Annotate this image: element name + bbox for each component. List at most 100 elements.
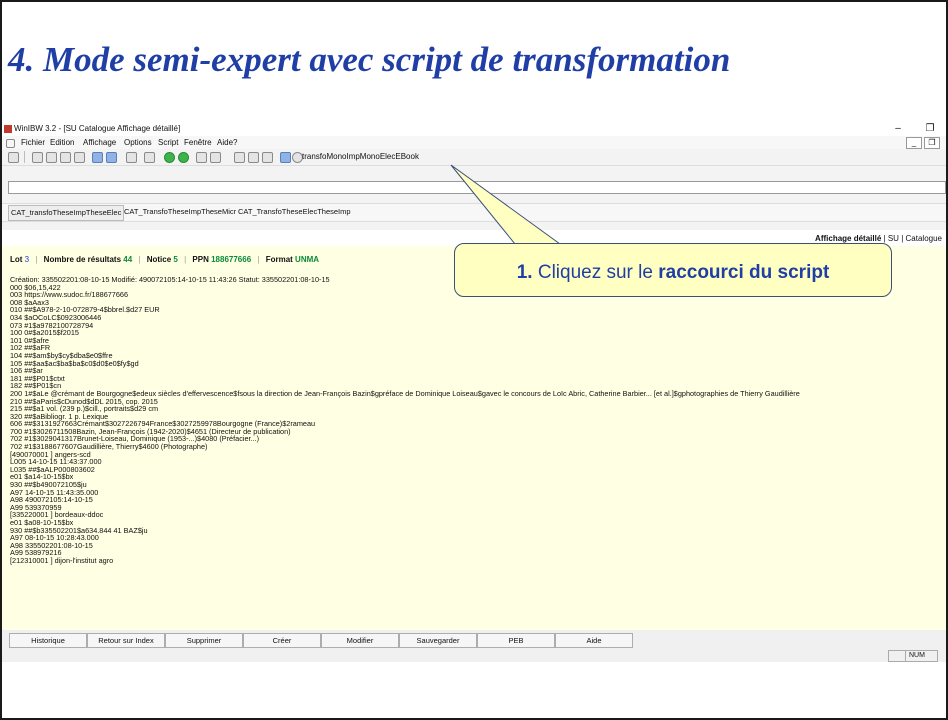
ppn-value: 188677666 xyxy=(211,255,252,264)
peb-button[interactable]: PEB xyxy=(477,633,555,648)
mdi-restore-button[interactable]: ❐ xyxy=(924,137,940,149)
menu-script[interactable]: Script xyxy=(158,138,178,147)
script-shortcut-label[interactable]: transfoMonoImpMonoElecEBook xyxy=(302,152,419,161)
modifier-button[interactable]: Modifier xyxy=(321,633,399,648)
record-line: L035 ##$aALP000803602 xyxy=(10,464,95,474)
window-icon[interactable] xyxy=(280,152,291,163)
action-button-bar: Historique Retour sur Index Supprimer Cr… xyxy=(2,630,946,649)
winibw-window: WinIBW 3.2 - [SU Catalogue Affichage dét… xyxy=(2,122,946,662)
cut-icon[interactable] xyxy=(32,152,43,163)
forward-icon[interactable] xyxy=(178,152,189,163)
window-title: WinIBW 3.2 - [SU Catalogue Affichage dét… xyxy=(14,124,181,133)
creer-button[interactable]: Créer xyxy=(243,633,321,648)
view-context: Affichage détaillé | SU | Catalogue xyxy=(815,234,942,243)
record-line: A97 14-10-15 11:43:35.000 xyxy=(10,487,99,497)
grid-icon[interactable] xyxy=(234,152,245,163)
callout-text-bold: raccourci du script xyxy=(658,262,830,283)
menu-bar: Fichier Edition Affichage Options Script… xyxy=(2,136,946,149)
menu-affichage[interactable]: Affichage xyxy=(83,138,116,147)
doc-icon xyxy=(6,139,15,148)
record-line: 102 ##$aFR xyxy=(10,343,51,353)
record-line: [212310001 ] dijon-l'institut agro xyxy=(10,555,114,565)
minimize-button[interactable]: – xyxy=(886,122,910,136)
view-db: SU xyxy=(887,234,899,243)
record-line: A99 539370959 xyxy=(10,502,62,512)
record-line: 106 ##$ar xyxy=(10,366,43,376)
record-line: A98 335502201:08-10-15 xyxy=(10,540,93,550)
script-button[interactable]: CAT_TransfoTheseElecTheseImp xyxy=(236,205,353,219)
toolbar-separator xyxy=(24,151,25,163)
maximize-button[interactable]: ❐ xyxy=(918,122,942,136)
toolbar: transfoMonoImpMonoElecEBook xyxy=(2,149,946,166)
record-line: [490070001 ] angers-scd xyxy=(10,449,91,459)
ppn-label: PPN xyxy=(192,255,209,264)
lot-label: Lot xyxy=(10,255,23,264)
slide: 4. Mode semi-expert avec script de trans… xyxy=(0,0,948,720)
record-line: 930 ##$b490072105$ju xyxy=(10,480,87,490)
script-button[interactable]: CAT_transfoTheseImpTheseElec xyxy=(8,205,125,221)
historique-button[interactable]: Historique xyxy=(9,633,87,648)
filter-icon[interactable] xyxy=(196,152,207,163)
window-titlebar: WinIBW 3.2 - [SU Catalogue Affichage dét… xyxy=(2,122,946,136)
record-text[interactable]: Création: 335502201:08-10-15 Modifié: 49… xyxy=(10,276,800,565)
redo-icon[interactable] xyxy=(106,152,117,163)
record-line: e01 $a14-10-15$bx xyxy=(10,472,74,482)
copy-icon[interactable] xyxy=(46,152,57,163)
record-line: 181 ##$P01$ctxt xyxy=(10,373,65,383)
record-line: 930 ##$b335502201$a634.844 41 BAZ$ju xyxy=(10,525,148,535)
record-line: A98 490072105:14-10-15 xyxy=(10,495,93,505)
mdi-minimize-button[interactable]: _ xyxy=(906,137,922,149)
retour-index-button[interactable]: Retour sur Index xyxy=(87,633,165,648)
script-button[interactable]: CAT_TransfoTheseImpTheseMicr xyxy=(122,205,238,219)
view-mode: Affichage détaillé xyxy=(815,234,882,243)
clipboard-icon[interactable] xyxy=(74,152,85,163)
record-line: [335220001 ] bordeaux-ddoc xyxy=(10,510,104,520)
record-line: 073 #1$a9782100728794 xyxy=(10,320,94,330)
table-icon[interactable] xyxy=(248,152,259,163)
record-line: 010 ##$A978-2-10-072879-4$bbrel.$d27 EUR xyxy=(10,305,160,315)
document-icon[interactable] xyxy=(262,152,273,163)
menu-fichier[interactable]: Fichier xyxy=(21,138,45,147)
results-label: Nombre de résultats xyxy=(43,255,122,264)
menu-options[interactable]: Options xyxy=(124,138,152,147)
record-header: Lot 3 | Nombre de résultats 44 | Notice … xyxy=(10,255,320,264)
record-line: A97 08-10-15 10:28:43.000 xyxy=(10,533,99,543)
view-separator: | xyxy=(901,234,904,243)
record-line: 100 0#$a2015$f2015 xyxy=(10,328,79,338)
supprimer-button[interactable]: Supprimer xyxy=(165,633,243,648)
callout-step-number: 1. xyxy=(516,262,533,283)
record-line: 101 0#$afre xyxy=(10,335,49,345)
record-line: 034 $aOCoLC$0923006446 xyxy=(10,312,102,322)
command-input[interactable] xyxy=(8,181,946,194)
callout-box: 1. Cliquez sur le raccourci du script xyxy=(454,243,892,297)
callout-text: 1. Cliquez sur le raccourci du script xyxy=(455,262,891,284)
status-cell xyxy=(888,650,906,662)
callout-text-prefix: Cliquez sur le xyxy=(537,262,653,283)
paste-icon[interactable] xyxy=(60,152,71,163)
notice-value: 5 xyxy=(173,255,178,264)
record-line: L005 14-10-15 11:43:37.000 xyxy=(10,457,102,467)
print-icon[interactable] xyxy=(8,152,19,163)
menu-aide[interactable]: Aide? xyxy=(217,138,237,147)
format-value: UNMA xyxy=(295,255,320,264)
menu-fenetre[interactable]: Fenêtre xyxy=(184,138,212,147)
format-label: Format xyxy=(265,255,293,264)
record-panel: Lot 3 | Nombre de résultats 44 | Notice … xyxy=(2,246,946,630)
record-line: 215 ##$a1 vol. (239 p.)$cill., portraits… xyxy=(10,404,159,414)
undo-icon[interactable] xyxy=(92,152,103,163)
tools-icon[interactable] xyxy=(144,152,155,163)
aide-button[interactable]: Aide xyxy=(555,633,633,648)
sauvegarder-button[interactable]: Sauvegarder xyxy=(399,633,477,648)
record-line: 702 #1$3188677607Gaudillière, Thierry$46… xyxy=(10,442,208,452)
view-context-label: Catalogue xyxy=(905,234,942,243)
slide-title: 4. Mode semi-expert avec script de trans… xyxy=(8,40,731,79)
results-value: 44 xyxy=(123,255,133,264)
status-bar: NUM xyxy=(2,649,946,662)
notes-icon[interactable] xyxy=(126,152,137,163)
pen-icon[interactable] xyxy=(210,152,221,163)
script-buttons-bar: CAT_transfoTheseImpTheseElec CAT_Transfo… xyxy=(2,203,946,222)
num-lock-indicator: NUM xyxy=(905,650,938,662)
menu-edition[interactable]: Edition xyxy=(50,138,74,147)
lot-value: 3 xyxy=(24,255,30,264)
back-icon[interactable] xyxy=(164,152,175,163)
